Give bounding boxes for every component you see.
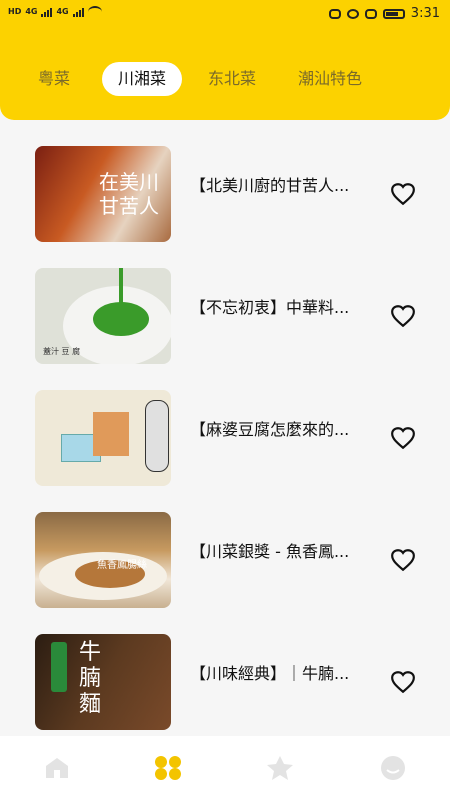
vibrate-icon [364, 8, 377, 19]
star-icon [267, 756, 293, 780]
status-left: HD 4G 4G [8, 6, 102, 18]
nav-category[interactable] [148, 753, 188, 783]
category-tabs: 粤菜 川湘菜 东北菜 潮汕特色 [0, 58, 450, 100]
pour-stream [119, 268, 123, 308]
signal-icon [41, 7, 53, 17]
favorite-heart-icon[interactable] [390, 304, 416, 328]
home-icon [46, 758, 68, 778]
nav-home[interactable] [37, 753, 77, 783]
video-title[interactable]: 【不忘初衷】中華料... [190, 294, 385, 318]
character-figure [145, 400, 169, 472]
list-item[interactable]: 魚香鳳腸絲 【川菜銀獎 - 魚香鳳... [0, 486, 450, 608]
favorite-heart-icon[interactable] [390, 670, 416, 694]
favorite-heart-icon[interactable] [390, 182, 416, 206]
favorite-heart-icon[interactable] [390, 426, 416, 450]
tab-yue[interactable]: 粤菜 [38, 62, 70, 96]
network-4g-label: 4G [25, 7, 38, 16]
clock-time: 3:31 [410, 6, 440, 21]
eye-icon [328, 8, 341, 19]
tab-dongbei[interactable]: 东北菜 [208, 62, 256, 96]
header: HD 4G 4G 3:31 粤菜 川湘菜 东北菜 潮汕特色 [0, 0, 450, 120]
list-item[interactable]: 在美川 甘苦人 【北美川廚的甘苦人... [0, 120, 450, 242]
video-title[interactable]: 【北美川廚的甘苦人... [190, 172, 385, 196]
video-title[interactable]: 【麻婆豆腐怎麼來的... [190, 416, 385, 440]
battery-icon [382, 8, 405, 19]
tofu-block-shape [93, 412, 129, 456]
wifi-icon [87, 6, 102, 18]
hd-icon: HD [8, 7, 22, 16]
bottom-navigation [0, 736, 450, 800]
video-thumbnail[interactable]: 在美川 甘苦人 [35, 146, 171, 242]
thumbnail-text: 在美川 甘苦人 [99, 170, 159, 218]
video-thumbnail[interactable] [35, 390, 171, 486]
signal-icon-2 [72, 7, 84, 17]
video-title[interactable]: 【川味經典】｜牛腩... [190, 660, 385, 684]
video-thumbnail[interactable]: 牛腩麵 [35, 634, 171, 730]
favorite-heart-icon[interactable] [390, 548, 416, 572]
status-right: 3:31 [328, 6, 440, 21]
thumbnail-text: 牛腩麵 [79, 640, 102, 717]
nav-favorites[interactable] [260, 753, 300, 783]
thumbnail-text: 魚香鳳腸絲 [97, 560, 147, 571]
category-icon [155, 756, 181, 780]
status-bar: HD 4G 4G 3:31 [0, 0, 450, 30]
profile-icon [381, 756, 405, 780]
alarm-icon [346, 8, 359, 19]
nav-profile[interactable] [373, 753, 413, 783]
video-thumbnail[interactable]: 蓋汁 豆 腐 [35, 268, 171, 364]
green-badge [51, 642, 67, 692]
video-list: 在美川 甘苦人 【北美川廚的甘苦人... 蓋汁 豆 腐 【不忘初衷】中華料...… [0, 120, 450, 730]
list-item[interactable]: 牛腩麵 【川味經典】｜牛腩... [0, 608, 450, 730]
list-item[interactable]: 【麻婆豆腐怎麼來的... [0, 364, 450, 486]
tab-chaoshan[interactable]: 潮汕特色 [298, 62, 362, 96]
thumbnail-text: 蓋汁 豆 腐 [43, 347, 81, 356]
tab-chuanxiang[interactable]: 川湘菜 [102, 62, 183, 96]
network-4g-label-2: 4G [56, 7, 69, 16]
video-title[interactable]: 【川菜銀獎 - 魚香鳳... [190, 538, 385, 562]
list-item[interactable]: 蓋汁 豆 腐 【不忘初衷】中華料... [0, 242, 450, 364]
video-thumbnail[interactable]: 魚香鳳腸絲 [35, 512, 171, 608]
